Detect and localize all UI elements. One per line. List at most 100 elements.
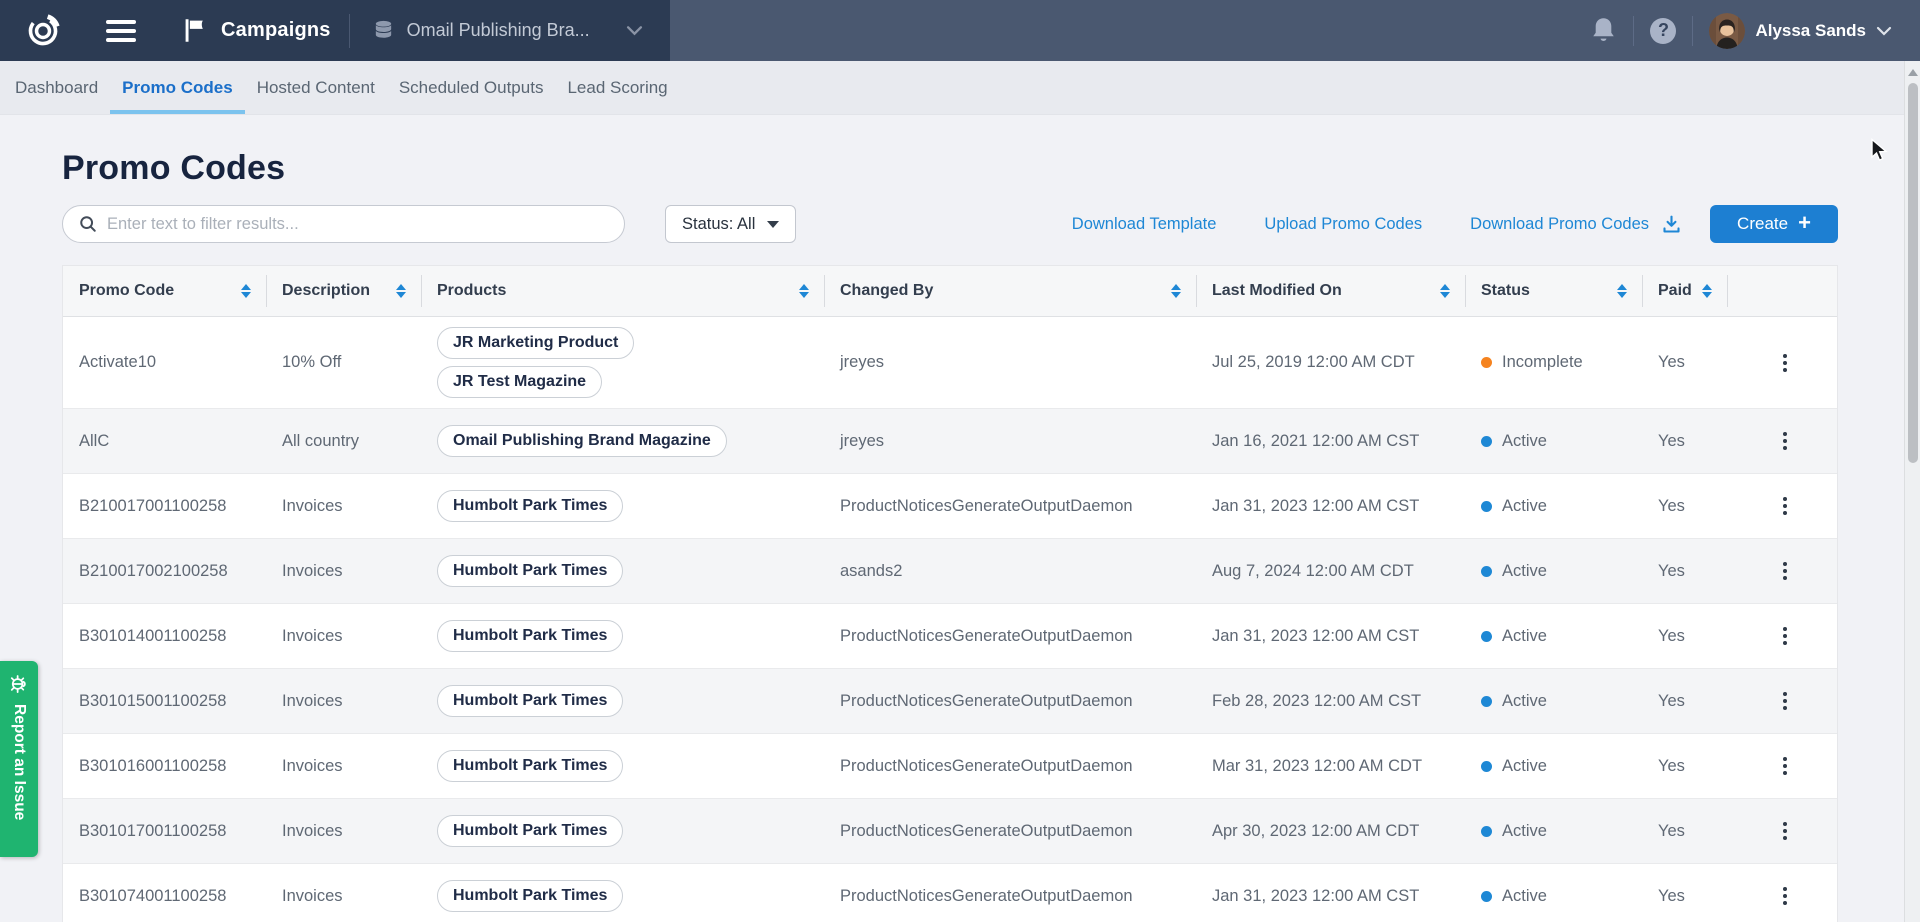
download-promo-codes-link[interactable]: Download Promo Codes bbox=[1470, 214, 1682, 235]
cell-products: Humbolt Park Times bbox=[421, 870, 824, 922]
product-pill: Humbolt Park Times bbox=[437, 685, 623, 717]
cell-status: Active bbox=[1465, 692, 1642, 711]
column-header-status[interactable]: Status bbox=[1465, 266, 1642, 316]
cell-actions bbox=[1727, 491, 1837, 521]
divider bbox=[1633, 16, 1634, 46]
scrollbar-thumb[interactable] bbox=[1908, 83, 1918, 463]
cell-changed-by: asands2 bbox=[824, 562, 1196, 581]
database-icon bbox=[372, 19, 395, 42]
cell-description: All country bbox=[266, 432, 421, 451]
report-an-issue-tab[interactable]: Report an Issue bbox=[0, 661, 38, 857]
filter-toolbar: Status: All Download Template Upload Pro… bbox=[62, 205, 1838, 243]
cell-products: Humbolt Park Times bbox=[421, 740, 824, 792]
cell-paid: Yes bbox=[1642, 353, 1727, 372]
brand-selector[interactable]: Omail Publishing Bra... bbox=[372, 19, 643, 42]
column-label: Status bbox=[1481, 282, 1530, 300]
cell-last-modified: Jan 31, 2023 12:00 AM CST bbox=[1196, 627, 1465, 646]
column-header-last-modified-on[interactable]: Last Modified On bbox=[1196, 266, 1465, 316]
table-row: B210017002100258InvoicesHumbolt Park Tim… bbox=[63, 538, 1837, 603]
table-row: B301015001100258InvoicesHumbolt Park Tim… bbox=[63, 668, 1837, 733]
cell-changed-by: ProductNoticesGenerateOutputDaemon bbox=[824, 627, 1196, 646]
tab-promo-codes[interactable]: Promo Codes bbox=[110, 61, 245, 114]
row-actions-kebab-icon[interactable] bbox=[1777, 348, 1793, 378]
cell-promo-code: B301015001100258 bbox=[63, 692, 266, 711]
sort-icon[interactable] bbox=[1440, 284, 1450, 298]
main-content: Promo Codes Status: All Download Templat… bbox=[0, 115, 1920, 922]
cell-status: Active bbox=[1465, 757, 1642, 776]
row-actions-kebab-icon[interactable] bbox=[1777, 426, 1793, 456]
row-actions-kebab-icon[interactable] bbox=[1777, 816, 1793, 846]
column-header-changed-by[interactable]: Changed By bbox=[824, 266, 1196, 316]
sort-icon[interactable] bbox=[799, 284, 809, 298]
status-filter-dropdown[interactable]: Status: All bbox=[665, 205, 796, 243]
tab-hosted-content[interactable]: Hosted Content bbox=[245, 61, 387, 114]
row-actions-kebab-icon[interactable] bbox=[1777, 556, 1793, 586]
cell-products: Omail Publishing Brand Magazine bbox=[421, 415, 824, 467]
status-label: Active bbox=[1502, 432, 1547, 451]
app-title: Campaigns bbox=[221, 19, 331, 42]
status-dot bbox=[1481, 501, 1492, 512]
cell-status: Active bbox=[1465, 627, 1642, 646]
scrollbar-up-arrow-icon[interactable] bbox=[1908, 69, 1918, 76]
cell-actions bbox=[1727, 556, 1837, 586]
sort-icon[interactable] bbox=[396, 284, 406, 298]
report-an-issue-label: Report an Issue bbox=[10, 704, 28, 820]
download-template-link[interactable]: Download Template bbox=[1072, 215, 1217, 234]
row-actions-kebab-icon[interactable] bbox=[1777, 751, 1793, 781]
download-promo-codes-label: Download Promo Codes bbox=[1470, 215, 1649, 234]
column-header-description[interactable]: Description bbox=[266, 266, 421, 316]
divider bbox=[349, 14, 350, 48]
cell-last-modified: Mar 31, 2023 12:00 AM CDT bbox=[1196, 757, 1465, 776]
cell-last-modified: Jan 31, 2023 12:00 AM CST bbox=[1196, 887, 1465, 906]
cell-paid: Yes bbox=[1642, 497, 1727, 516]
column-header-promo-code[interactable]: Promo Code bbox=[63, 266, 266, 316]
create-button-label: Create bbox=[1737, 214, 1788, 234]
cell-actions bbox=[1727, 621, 1837, 651]
table-row: B301017001100258InvoicesHumbolt Park Tim… bbox=[63, 798, 1837, 863]
status-label: Active bbox=[1502, 562, 1547, 581]
column-label: Last Modified On bbox=[1212, 282, 1342, 300]
column-header-products[interactable]: Products bbox=[421, 266, 824, 316]
plus-icon: + bbox=[1798, 212, 1811, 234]
hamburger-menu-icon[interactable] bbox=[106, 20, 136, 42]
sort-icon[interactable] bbox=[241, 284, 251, 298]
chevron-down-icon bbox=[626, 25, 643, 36]
cell-paid: Yes bbox=[1642, 627, 1727, 646]
cell-paid: Yes bbox=[1642, 887, 1727, 906]
status-dot bbox=[1481, 631, 1492, 642]
upload-promo-codes-link[interactable]: Upload Promo Codes bbox=[1264, 215, 1422, 234]
product-pill: Humbolt Park Times bbox=[437, 815, 623, 847]
column-label: Paid bbox=[1658, 282, 1692, 300]
cell-products: Humbolt Park Times bbox=[421, 610, 824, 662]
section-tabbar: DashboardPromo CodesHosted ContentSchedu… bbox=[0, 61, 1920, 115]
status-label: Active bbox=[1502, 692, 1547, 711]
tab-scheduled-outputs[interactable]: Scheduled Outputs bbox=[387, 61, 556, 114]
status-label: Active bbox=[1502, 822, 1547, 841]
user-menu[interactable]: Alyssa Sands bbox=[1709, 13, 1892, 49]
sort-icon[interactable] bbox=[1171, 284, 1181, 298]
cell-paid: Yes bbox=[1642, 692, 1727, 711]
notifications-bell-icon[interactable] bbox=[1590, 16, 1617, 45]
status-dot bbox=[1481, 357, 1492, 368]
row-actions-kebab-icon[interactable] bbox=[1777, 881, 1793, 911]
sort-icon[interactable] bbox=[1617, 284, 1627, 298]
cell-actions bbox=[1727, 751, 1837, 781]
search-input[interactable] bbox=[107, 215, 608, 234]
search-box bbox=[62, 205, 625, 243]
sort-icon[interactable] bbox=[1702, 284, 1712, 298]
cell-description: Invoices bbox=[266, 822, 421, 841]
cell-promo-code: B301074001100258 bbox=[63, 887, 266, 906]
row-actions-kebab-icon[interactable] bbox=[1777, 686, 1793, 716]
row-actions-kebab-icon[interactable] bbox=[1777, 491, 1793, 521]
row-actions-kebab-icon[interactable] bbox=[1777, 621, 1793, 651]
vertical-scrollbar[interactable] bbox=[1904, 61, 1920, 922]
column-header-paid[interactable]: Paid bbox=[1642, 266, 1727, 316]
tab-lead-scoring[interactable]: Lead Scoring bbox=[555, 61, 679, 114]
avatar bbox=[1709, 13, 1745, 49]
cell-actions bbox=[1727, 348, 1837, 378]
cell-description: Invoices bbox=[266, 497, 421, 516]
omeda-logo-icon[interactable] bbox=[24, 12, 62, 50]
tab-dashboard[interactable]: Dashboard bbox=[3, 61, 110, 114]
create-button[interactable]: Create + bbox=[1710, 205, 1838, 243]
help-icon[interactable]: ? bbox=[1650, 18, 1676, 44]
